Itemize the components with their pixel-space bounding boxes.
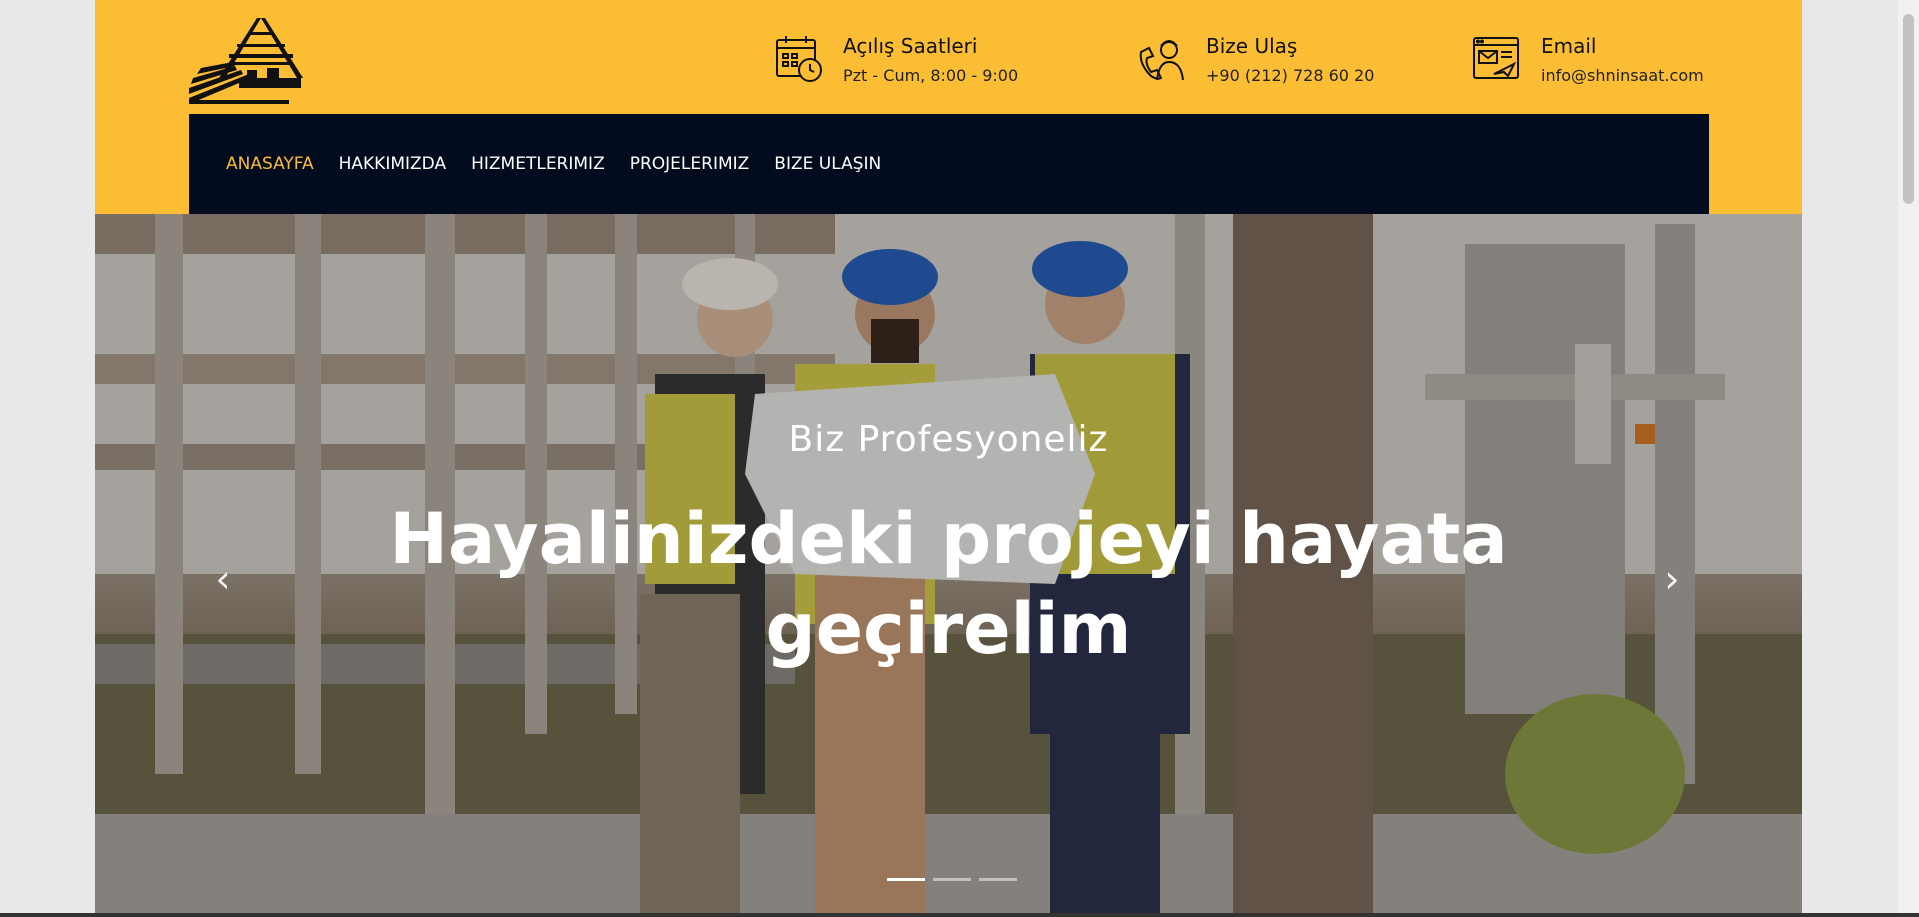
- hero-headline: Hayalinizdeki projeyi hayata geçirelim: [95, 494, 1802, 674]
- hero-slider: Biz Profesyoneliz Hayalinizdeki projeyi …: [95, 214, 1802, 917]
- vertical-scrollbar[interactable]: [1898, 0, 1919, 917]
- calendar-clock-icon: [774, 34, 824, 84]
- scrollbar-thumb[interactable]: [1903, 14, 1914, 204]
- email-block: Email info@shninsaat.com: [1472, 33, 1704, 85]
- email-value[interactable]: info@shninsaat.com: [1541, 66, 1704, 85]
- carousel-indicator-2[interactable]: [933, 878, 971, 881]
- carousel-indicator-1[interactable]: [887, 878, 925, 881]
- main-navbar: ANASAYFA HAKKIMIZDA HIZMETLERIMIZ PROJEL…: [189, 114, 1709, 214]
- email-title: Email: [1541, 34, 1597, 58]
- carousel-prev-icon[interactable]: ‹: [203, 554, 243, 604]
- hero-headline-line1: Hayalinizdeki projeyi hayata: [389, 498, 1508, 580]
- carousel-next-icon[interactable]: ›: [1652, 554, 1692, 604]
- nav-item-hizmetlerimiz[interactable]: HIZMETLERIMIZ: [471, 154, 605, 174]
- opening-hours-value: Pzt - Cum, 8:00 - 9:00: [843, 66, 1019, 85]
- nav-item-hakkimizda[interactable]: HAKKIMIZDA: [339, 154, 446, 174]
- company-logo[interactable]: [189, 18, 303, 104]
- nav-item-bize-ulasin[interactable]: BIZE ULAŞIN: [774, 154, 881, 174]
- window-bottom-edge: [0, 913, 1919, 917]
- contact-phone[interactable]: +90 (212) 728 60 20: [1206, 66, 1374, 85]
- page-container: Açılış Saatleri Pzt - Cum, 8:00 - 9:00 B…: [95, 0, 1802, 917]
- contact-block: Bize Ulaş +90 (212) 728 60 20: [1137, 33, 1374, 85]
- opening-hours-title: Açılış Saatleri: [843, 34, 978, 58]
- hero-headline-line2: geçirelim: [765, 588, 1132, 670]
- nav-item-projelerimiz[interactable]: PROJELERIMIZ: [630, 154, 750, 174]
- hero-subtitle: Biz Profesyoneliz: [788, 419, 1109, 460]
- email-window-icon: [1472, 34, 1522, 84]
- contact-title: Bize Ulaş: [1206, 34, 1298, 58]
- carousel-indicators: [883, 878, 1021, 881]
- phone-person-icon: [1137, 34, 1187, 84]
- carousel-indicator-3[interactable]: [979, 878, 1017, 881]
- nav-item-anasayfa[interactable]: ANASAYFA: [226, 154, 314, 174]
- opening-hours-block: Açılış Saatleri Pzt - Cum, 8:00 - 9:00: [774, 33, 1018, 85]
